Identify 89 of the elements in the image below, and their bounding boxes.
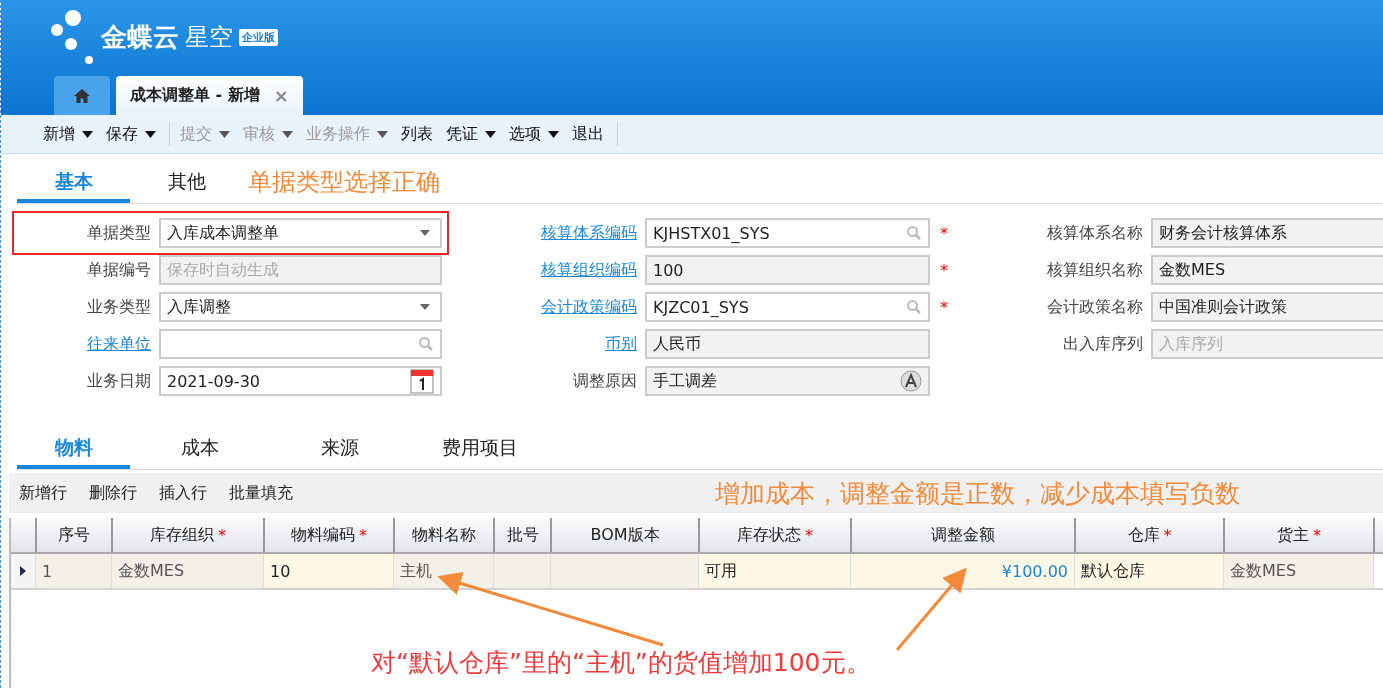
field-label: 核算组织名称: [1046, 259, 1144, 281]
input-field[interactable]: [159, 329, 442, 359]
table-cell: 金数MES: [1224, 554, 1374, 588]
caret-icon: [282, 130, 293, 138]
required-mark: *: [940, 260, 948, 280]
current-row-icon: [20, 566, 26, 576]
required-mark: *: [940, 223, 948, 243]
required-mark: *: [940, 297, 948, 317]
field-label: 会计政策名称: [1046, 296, 1144, 318]
toolbar-button[interactable]: 退出: [568, 119, 608, 149]
caret-icon: [219, 130, 230, 138]
column-header[interactable]: 货主 *: [1225, 518, 1375, 552]
field-label: 单据类型: [86, 222, 152, 244]
entry-tab[interactable]: 成本: [130, 431, 270, 469]
field-label-link[interactable]: 核算体系编码: [529, 222, 645, 244]
form-tab[interactable]: 其他: [130, 165, 243, 203]
toolbar-button[interactable]: 列表: [397, 119, 437, 149]
input-field[interactable]: 金数MES: [1151, 255, 1383, 285]
dropdown-field[interactable]: 入库调整: [159, 292, 442, 322]
field-label: 业务类型: [86, 296, 152, 318]
toolbar-button[interactable]: 选项: [505, 119, 563, 149]
toolbar-button[interactable]: 凭证: [442, 119, 500, 149]
brand-name: 金蝶云: [101, 20, 179, 54]
field-label-link[interactable]: 币别: [529, 333, 645, 355]
entry-tab[interactable]: 物料: [17, 431, 130, 469]
home-icon: [73, 87, 91, 104]
field-label-link[interactable]: 核算组织编码: [529, 259, 645, 281]
table-cell: 1: [36, 554, 112, 588]
caret-icon: [548, 130, 559, 138]
dots-logo-icon: [51, 8, 95, 66]
field-label: 出入库序列: [1062, 333, 1144, 355]
caret-icon: [420, 230, 430, 236]
column-header[interactable]: 调整金额: [852, 518, 1076, 552]
annotation-text: 增加成本，调整金额是正数，减少成本填写负数: [715, 477, 1240, 510]
dropdown-field[interactable]: 入库成本调整单: [159, 218, 442, 248]
column-header[interactable]: BOM版本: [552, 518, 700, 552]
input-field[interactable]: 财务会计核算体系: [1151, 218, 1383, 248]
grid-toolbar-button[interactable]: 新增行: [19, 480, 73, 506]
caret-icon: [82, 130, 93, 138]
input-field[interactable]: KJHSTX01_SYS: [645, 218, 930, 248]
calendar-icon: [410, 368, 434, 394]
edition-badge: 企业版: [239, 28, 278, 46]
search-icon: [906, 225, 922, 241]
table-cell: 10: [264, 554, 394, 588]
column-header[interactable]: 物料名称: [395, 518, 495, 552]
grid-toolbar-button[interactable]: 批量填充: [229, 480, 299, 506]
entry-tab[interactable]: 来源: [270, 431, 410, 469]
annotation-text: 对“默认仓库”里的“主机”的货值增加100元。: [371, 647, 871, 679]
caret-icon: [377, 130, 388, 138]
column-header[interactable]: 批号: [495, 518, 552, 552]
field-label-link[interactable]: 往来单位: [19, 333, 159, 355]
annotation-text: 单据类型选择正确: [248, 167, 440, 198]
product-name: 星空: [185, 22, 233, 53]
column-header[interactable]: 序号: [37, 518, 113, 552]
toolbar-button[interactable]: 保存: [102, 119, 160, 149]
tab-title: 成本调整单 - 新增: [130, 85, 260, 106]
input-field[interactable]: 中国准则会计政策: [1151, 292, 1383, 322]
field-label-link[interactable]: 会计政策编码: [529, 296, 645, 318]
column-header[interactable]: 物料编码 *: [265, 518, 395, 552]
search-icon: [906, 299, 922, 315]
grid-toolbar-button[interactable]: 删除行: [89, 480, 143, 506]
input-field[interactable]: 手工调差: [645, 366, 930, 396]
field-label: 单据编号: [86, 259, 152, 281]
table-cell: 金数MES: [112, 554, 264, 588]
document-tab[interactable]: 成本调整单 - 新增 ×: [116, 76, 303, 115]
table-cell: 默认仓库: [1075, 554, 1224, 588]
form-tab[interactable]: 基本: [17, 165, 130, 203]
entry-tab[interactable]: 费用项目: [410, 431, 550, 469]
grid-toolbar-button[interactable]: 插入行: [159, 480, 213, 506]
column-header[interactable]: 仓库 *: [1076, 518, 1225, 552]
toolbar-button[interactable]: 新增: [39, 119, 97, 149]
table-cell: ¥100.00: [851, 554, 1075, 588]
table-cell: 可用: [699, 554, 851, 588]
home-tab[interactable]: [54, 76, 110, 115]
caret-icon: [145, 130, 156, 138]
input-field[interactable]: 100: [645, 255, 930, 285]
assist-icon: [900, 370, 922, 392]
field-label: 调整原因: [572, 370, 638, 392]
input-field[interactable]: KJZC01_SYS: [645, 292, 930, 322]
field-label: 核算体系名称: [1046, 222, 1144, 244]
caret-icon: [485, 130, 496, 138]
column-header[interactable]: 库存状态 *: [700, 518, 852, 552]
input-field[interactable]: 人民币: [645, 329, 930, 359]
column-header[interactable]: 库存组织 *: [113, 518, 265, 552]
search-icon: [418, 336, 434, 352]
field-label: 业务日期: [86, 370, 152, 392]
date-field[interactable]: 2021-09-30: [159, 366, 442, 396]
caret-icon: [420, 304, 430, 310]
table-cell: 主机: [394, 554, 494, 588]
